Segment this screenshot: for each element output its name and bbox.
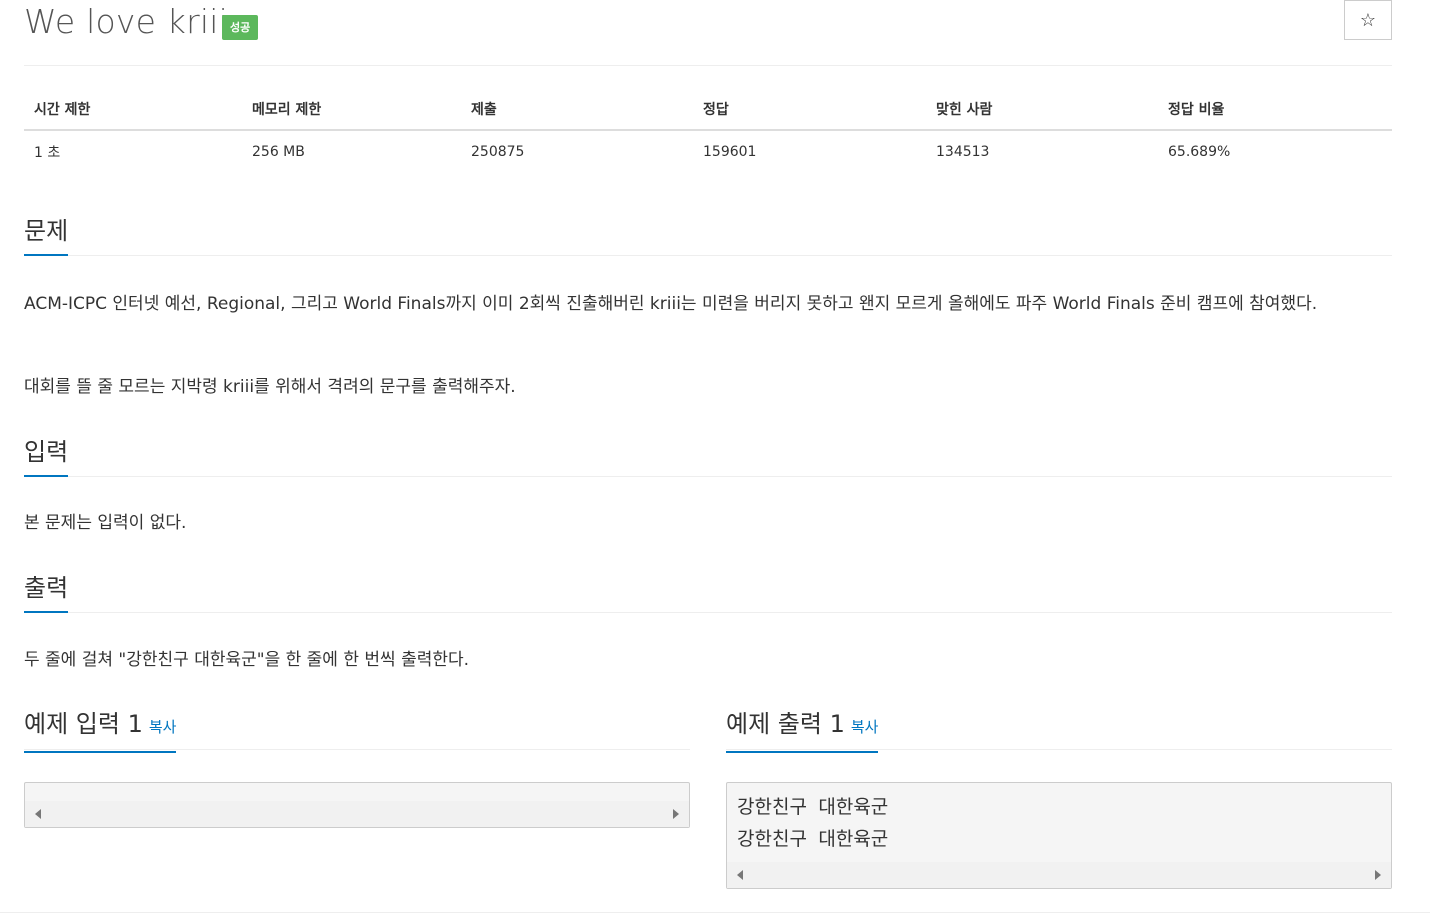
- status-badge: 성공: [222, 15, 259, 40]
- sample-output-content: 강한친구 대한육군 강한친구 대한육군: [737, 796, 889, 850]
- header-solved-users: 맞힌 사람: [926, 88, 1158, 131]
- header-accepted: 정답: [693, 88, 926, 131]
- value-accept-ratio: 65.689%: [1168, 143, 1231, 160]
- output-description: 두 줄에 걸쳐 "강한친구 대한육군"을 한 줄에 한 번씩 출력한다.: [24, 650, 470, 670]
- scroll-left-icon[interactable]: [737, 870, 743, 880]
- problem-title: We love kriii: [24, 2, 228, 41]
- scroll-right-icon[interactable]: [673, 809, 679, 819]
- table-row: 1 초 256 MB 250875 159601 134513 65.689%: [24, 130, 1392, 172]
- sample-input-box[interactable]: [24, 782, 690, 828]
- sample-input-heading: 예제 입력 1: [24, 710, 143, 738]
- problem-header: We love kriii 성공 ☆: [24, 0, 1392, 66]
- sample-input-content: [25, 783, 689, 803]
- value-memory-limit: 256 MB: [252, 143, 305, 160]
- input-section-header: 입력: [24, 431, 1392, 477]
- header-submissions: 제출: [461, 88, 693, 131]
- sample-output-header: 예제 출력 1 복사: [726, 704, 1392, 753]
- scroll-right-icon[interactable]: [1375, 870, 1381, 880]
- header-time-limit: 시간 제한: [24, 88, 242, 131]
- sample-output-heading: 예제 출력 1: [726, 710, 845, 738]
- description-paragraph-2: 대회를 뜰 줄 모르는 지박령 kriii를 위해서 격려의 문구를 출력해주자…: [24, 377, 516, 397]
- sample-input-heading-wrap: 예제 입력 1 복사: [24, 708, 177, 753]
- description-heading: 문제: [24, 216, 69, 256]
- value-accepted: 159601: [703, 143, 757, 160]
- sample-output-box[interactable]: 강한친구 대한육군 강한친구 대한육군: [726, 782, 1392, 889]
- input-heading: 입력: [24, 437, 69, 477]
- sample-output-heading-wrap: 예제 출력 1 복사: [726, 708, 879, 753]
- copy-sample-output-link[interactable]: 복사: [851, 718, 879, 736]
- favorite-button[interactable]: ☆: [1344, 0, 1392, 40]
- value-submissions: 250875: [471, 143, 525, 160]
- header-accept-ratio: 정답 비율: [1158, 88, 1392, 131]
- header-memory-limit: 메모리 제한: [242, 88, 461, 131]
- problem-info-table: 시간 제한 메모리 제한 제출 정답 맞힌 사람 정답 비율 1 초 256 M…: [24, 88, 1392, 172]
- star-icon: ☆: [1359, 9, 1377, 30]
- output-heading: 출력: [24, 573, 69, 613]
- scroll-left-icon[interactable]: [35, 809, 41, 819]
- table-header-row: 시간 제한 메모리 제한 제출 정답 맞힌 사람 정답 비율: [24, 88, 1392, 131]
- sample-output-scrollbar[interactable]: [727, 862, 1391, 888]
- output-section-header: 출력: [24, 567, 1392, 613]
- description-paragraph-1: ACM-ICPC 인터넷 예선, Regional, 그리고 World Fin…: [24, 294, 1318, 314]
- value-solved-users: 134513: [936, 143, 990, 160]
- page-divider: [0, 912, 1430, 913]
- input-description: 본 문제는 입력이 없다.: [24, 513, 187, 533]
- sample-input-scrollbar[interactable]: [25, 801, 689, 827]
- description-section-header: 문제: [24, 210, 1392, 256]
- copy-sample-input-link[interactable]: 복사: [149, 718, 177, 736]
- value-time-limit: 1 초: [34, 144, 61, 161]
- sample-input-header: 예제 입력 1 복사: [24, 704, 690, 753]
